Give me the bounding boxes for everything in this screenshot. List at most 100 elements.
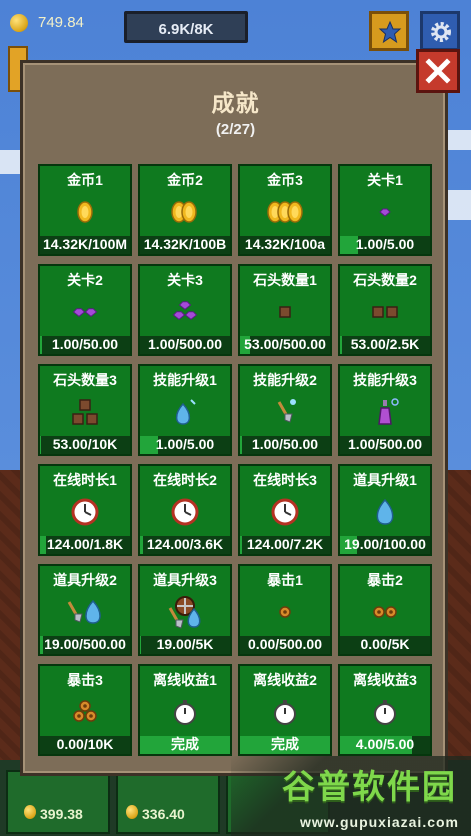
achievement-progress-value: 完成	[271, 736, 299, 752]
crit-3-icon	[40, 694, 130, 730]
gem-2-icon	[40, 294, 130, 330]
achievement-card[interactable]: 暴击2 0.00/5K	[338, 564, 432, 656]
upgrade-card[interactable]	[6, 770, 110, 834]
achievement-progress-value: 53.00/2.5K	[350, 336, 420, 352]
achievement-label: 金币3	[267, 172, 303, 188]
achievement-progress-value: 124.00/1.8K	[46, 536, 124, 552]
clock-icon	[40, 494, 130, 530]
achievement-progress-value: 14.32K/100M	[42, 236, 128, 252]
crit-2-icon	[340, 594, 430, 630]
achievement-card[interactable]: 金币1 14.32K/100M	[38, 164, 132, 256]
clock-icon	[240, 494, 330, 530]
achievement-label: 石头数量2	[353, 272, 417, 288]
achievement-label: 道具升级3	[153, 572, 217, 588]
achievement-card[interactable]: 暴击3 0.00/10K	[38, 664, 132, 756]
shovel-drop-icon	[40, 594, 130, 630]
achievement-card[interactable]: 石头数量1 53.00/500.00	[238, 264, 332, 356]
water-drop-icon	[340, 494, 430, 530]
achievement-progress-value: 4.00/5.00	[355, 736, 415, 752]
coin-icon	[24, 805, 36, 819]
achievement-grid: 金币1 14.32K/100M 金币2 14.32K/100B 金币3 14.32K/10…	[38, 164, 436, 758]
achievement-card[interactable]: 石头数量3 53.00/10K	[38, 364, 132, 456]
health-bar: 6.9K/8K	[124, 11, 248, 43]
achievement-label: 石头数量1	[253, 272, 317, 288]
achievement-card[interactable]: 技能升级3 1.00/500.00	[338, 364, 432, 456]
achievement-progress-value: 0.00/500.00	[248, 636, 322, 652]
achievement-label: 关卡1	[367, 172, 403, 188]
achievement-progress-value: 19.00/100.00	[344, 536, 426, 552]
coin-icon	[126, 805, 138, 819]
coin-3-icon	[240, 194, 330, 230]
achievement-progress-value: 19.00/5K	[156, 636, 214, 652]
gear-icon	[431, 22, 451, 42]
achievement-label: 暴击3	[67, 672, 103, 688]
achievement-card[interactable]: 在线时长1 124.00/1.8K	[38, 464, 132, 556]
achievement-progress-value: 1.00/5.00	[355, 236, 415, 252]
achievement-progress-value: 53.00/500.00	[244, 336, 326, 352]
watermark-url: www.gupuxiazai.com	[299, 814, 459, 830]
settings-button[interactable]	[420, 11, 460, 51]
achievement-progress-value: 14.32K/100a	[244, 236, 326, 252]
achievement-card[interactable]: 金币3 14.32K/100a	[238, 164, 332, 256]
achievement-card[interactable]: 暴击1 0.00/500.00	[238, 564, 332, 656]
achievement-progress-value: 14.32K/100B	[143, 236, 227, 252]
achievement-progress-value: 完成	[171, 736, 199, 752]
achievement-label: 关卡2	[67, 272, 103, 288]
achievement-progress-value: 19.00/500.00	[44, 636, 126, 652]
achievement-card[interactable]: 关卡1 1.00/5.00	[338, 164, 432, 256]
coin-icon	[10, 14, 28, 32]
achievement-progress-value: 1.00/500.00	[148, 336, 222, 352]
coin-1-icon	[40, 194, 130, 230]
achievement-progress-value: 124.00/7.2K	[246, 536, 324, 552]
achievement-card[interactable]: 关卡2 1.00/50.00	[38, 264, 132, 356]
achievement-label: 离线收益2	[253, 672, 317, 688]
stone-1-icon	[240, 294, 330, 330]
upgrade-cost: 399.38	[40, 806, 83, 822]
shovel-icon	[240, 394, 330, 430]
achievement-card[interactable]: 离线收益2 完成	[238, 664, 332, 756]
stopwatch-icon	[240, 694, 330, 730]
achievement-card[interactable]: 在线时长3 124.00/7.2K	[238, 464, 332, 556]
achievement-label: 暴击1	[267, 572, 303, 588]
achievement-label: 技能升级2	[253, 372, 317, 388]
gem-1-icon	[340, 194, 430, 230]
achievement-label: 在线时长1	[53, 472, 117, 488]
achievement-label: 道具升级2	[53, 572, 117, 588]
achievement-card[interactable]: 关卡3 1.00/500.00	[138, 264, 232, 356]
potion-blue-icon	[140, 394, 230, 430]
achievement-card[interactable]: 离线收益1 完成	[138, 664, 232, 756]
upgrade-cost: 336.40	[142, 806, 185, 822]
achievement-label: 在线时长2	[153, 472, 217, 488]
achievement-label: 技能升级1	[153, 372, 217, 388]
stone-2-icon	[340, 294, 430, 330]
star-button[interactable]	[369, 11, 409, 51]
achievement-card[interactable]: 石头数量2 53.00/2.5K	[338, 264, 432, 356]
achievement-progress-value: 1.00/50.00	[51, 336, 119, 352]
achievement-progress-value: 1.00/500.00	[348, 436, 422, 452]
achievement-card[interactable]: 离线收益3 4.00/5.00	[338, 664, 432, 756]
achievement-progress-value: 53.00/10K	[52, 436, 118, 452]
achievement-label: 离线收益1	[153, 672, 217, 688]
achievement-progress-value: 0.00/5K	[360, 636, 410, 652]
clock-icon	[140, 494, 230, 530]
achievement-label: 关卡3	[167, 272, 203, 288]
achievement-card[interactable]: 金币2 14.32K/100B	[138, 164, 232, 256]
achievement-label: 离线收益3	[353, 672, 417, 688]
achievement-card[interactable]: 道具升级1 19.00/100.00	[338, 464, 432, 556]
achievement-card[interactable]: 在线时长2 124.00/3.6K	[138, 464, 232, 556]
coin-2-icon	[140, 194, 230, 230]
panel-title: 成就	[211, 90, 260, 116]
close-icon	[425, 58, 451, 84]
achievement-card[interactable]: 技能升级2 1.00/50.00	[238, 364, 332, 456]
stone-3-icon	[40, 394, 130, 430]
achievement-label: 金币1	[67, 172, 103, 188]
achievement-card[interactable]: 道具升级2 19.00/500.00	[38, 564, 132, 656]
achievement-label: 道具升级1	[353, 472, 417, 488]
upgrade-card[interactable]	[116, 770, 220, 834]
achievement-label: 石头数量3	[53, 372, 117, 388]
achievement-label: 在线时长3	[253, 472, 317, 488]
achievement-label: 暴击2	[367, 572, 403, 588]
achievement-card[interactable]: 技能升级1 1.00/5.00	[138, 364, 232, 456]
stopwatch-icon	[140, 694, 230, 730]
achievement-card[interactable]: 道具升级3 19.00/5K	[138, 564, 232, 656]
